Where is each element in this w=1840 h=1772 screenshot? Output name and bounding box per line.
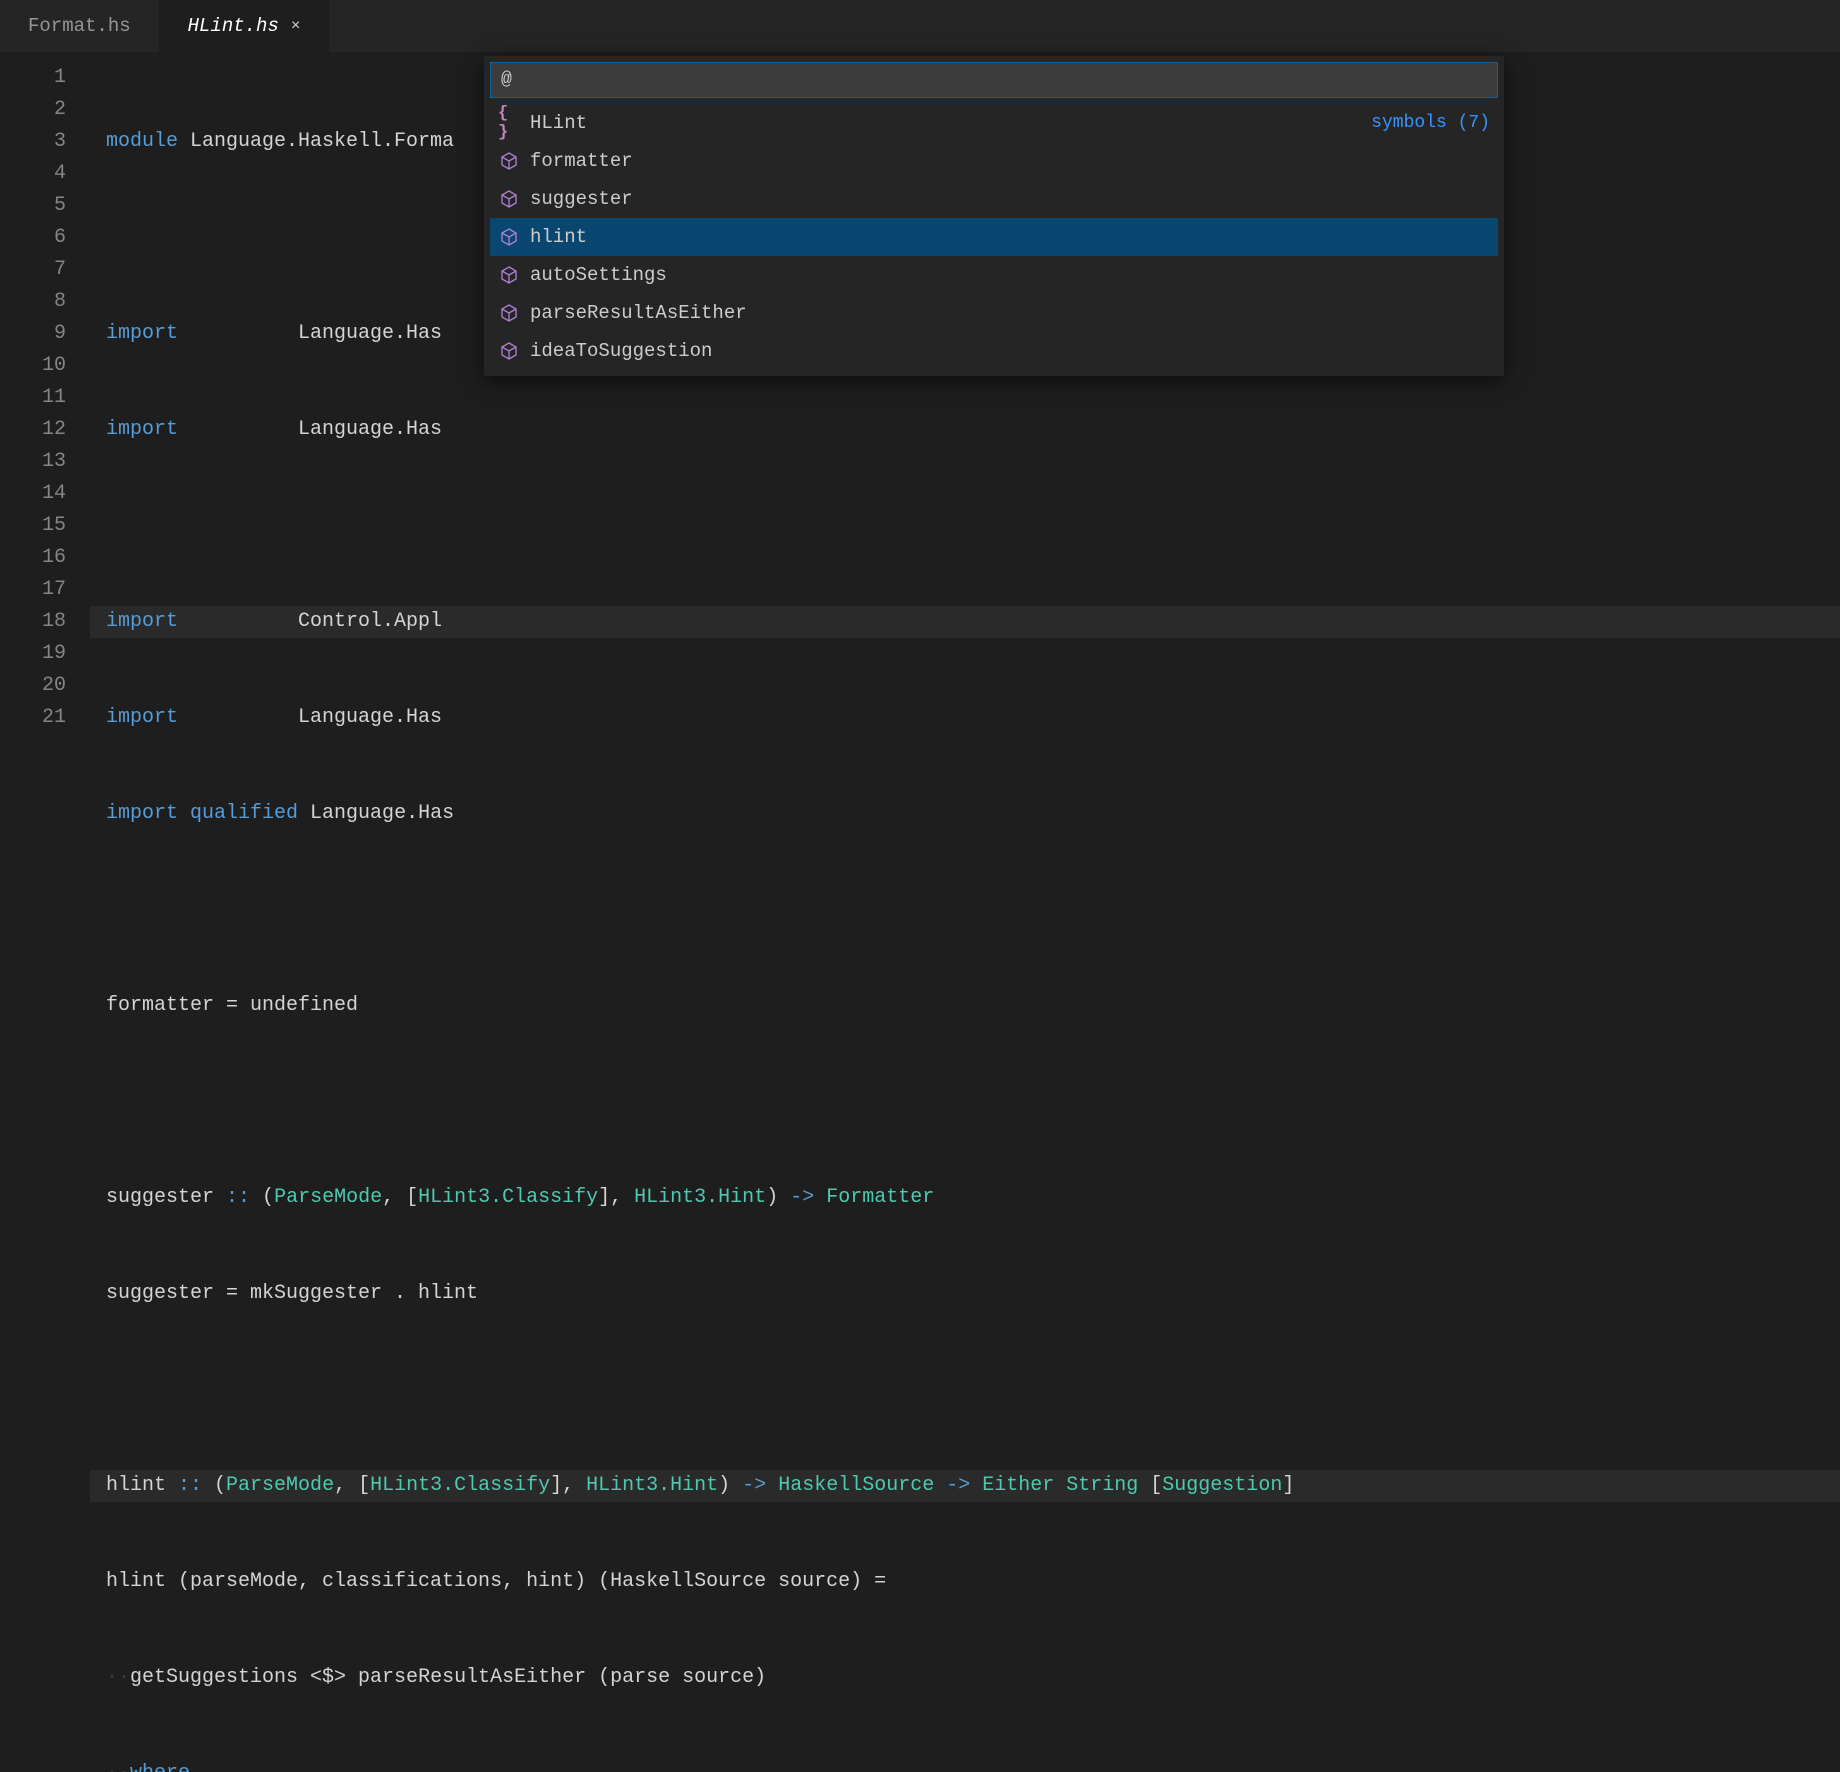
symbol-label: hlint	[530, 226, 1490, 248]
tab-label: Format.hs	[28, 15, 131, 37]
line-number: 18	[0, 606, 66, 638]
line-number: 2	[0, 94, 66, 126]
symbol-label: parseResultAsEither	[530, 302, 1490, 324]
gutter: 1 2 3 4 5 6 7 8 9 10 11 12 13 14 15 16 1…	[0, 52, 90, 886]
symbols-count: symbols (7)	[1371, 113, 1490, 133]
code-line: import Language.Has	[90, 414, 1840, 446]
code-line: suggester :: (ParseMode, [HLint3.Classif…	[90, 1182, 1840, 1214]
line-number: 4	[0, 158, 66, 190]
cube-icon	[498, 226, 520, 248]
tab-bar: Format.hs HLint.hs ×	[0, 0, 1840, 52]
code-line: import qualified Language.Has	[90, 798, 1840, 830]
line-number: 1	[0, 62, 66, 94]
close-icon[interactable]: ×	[291, 17, 301, 35]
quick-open-input[interactable]	[490, 62, 1498, 98]
tab-label: HLint.hs	[188, 15, 279, 37]
symbol-item-autosettings[interactable]: autoSettings	[490, 256, 1498, 294]
line-number: 19	[0, 638, 66, 670]
editor: 1 2 3 4 5 6 7 8 9 10 11 12 13 14 15 16 1…	[0, 52, 1840, 886]
line-number: 12	[0, 414, 66, 446]
line-number: 8	[0, 286, 66, 318]
line-number: 11	[0, 382, 66, 414]
code-line: ··getSuggestions <$> parseResultAsEither…	[90, 1662, 1840, 1694]
line-number: 16	[0, 542, 66, 574]
line-number: 10	[0, 350, 66, 382]
code-line: hlint :: (ParseMode, [HLint3.Classify], …	[90, 1470, 1840, 1502]
line-number: 7	[0, 254, 66, 286]
code-line	[90, 1086, 1840, 1118]
line-number: 20	[0, 670, 66, 702]
quick-open-list: { } HLint symbols (7) formatter suggeste…	[490, 104, 1498, 370]
line-number: 14	[0, 478, 66, 510]
cube-icon	[498, 188, 520, 210]
quick-open-panel: { } HLint symbols (7) formatter suggeste…	[484, 56, 1504, 376]
symbol-item-suggester[interactable]: suggester	[490, 180, 1498, 218]
symbol-label: formatter	[530, 150, 1490, 172]
code-line: import Language.Has	[90, 702, 1840, 734]
symbol-label: ideaToSuggestion	[530, 340, 1490, 362]
line-number: 3	[0, 126, 66, 158]
code-line: formatter = undefined	[90, 990, 1840, 1022]
line-number: 15	[0, 510, 66, 542]
line-number: 9	[0, 318, 66, 350]
symbol-label: suggester	[530, 188, 1490, 210]
line-number: 5	[0, 190, 66, 222]
symbol-item-parseresultaseither[interactable]: parseResultAsEither	[490, 294, 1498, 332]
symbol-label: autoSettings	[530, 264, 1490, 286]
symbol-label: HLint	[530, 112, 1371, 134]
symbol-item-formatter[interactable]: formatter	[490, 142, 1498, 180]
code-line	[90, 510, 1840, 542]
line-number: 13	[0, 446, 66, 478]
cube-icon	[498, 150, 520, 172]
tab-format-hs[interactable]: Format.hs	[0, 0, 160, 52]
code-line: import Control.Appl	[90, 606, 1840, 638]
code-line: ··where	[90, 1758, 1840, 1772]
tab-hlint-hs[interactable]: HLint.hs ×	[160, 0, 330, 52]
line-number: 21	[0, 702, 66, 734]
cube-icon	[498, 264, 520, 286]
code-line: hlint (parseMode, classifications, hint)…	[90, 1566, 1840, 1598]
line-number: 17	[0, 574, 66, 606]
symbol-item-hlint[interactable]: hlint	[490, 218, 1498, 256]
code-line	[90, 894, 1840, 926]
code-line: suggester = mkSuggester . hlint	[90, 1278, 1840, 1310]
code-line	[90, 1374, 1840, 1406]
symbol-item-ideatosuggestion[interactable]: ideaToSuggestion	[490, 332, 1498, 370]
symbol-item-hlint-module[interactable]: { } HLint symbols (7)	[490, 104, 1498, 142]
braces-icon: { }	[498, 112, 520, 134]
cube-icon	[498, 302, 520, 324]
cube-icon	[498, 340, 520, 362]
line-number: 6	[0, 222, 66, 254]
